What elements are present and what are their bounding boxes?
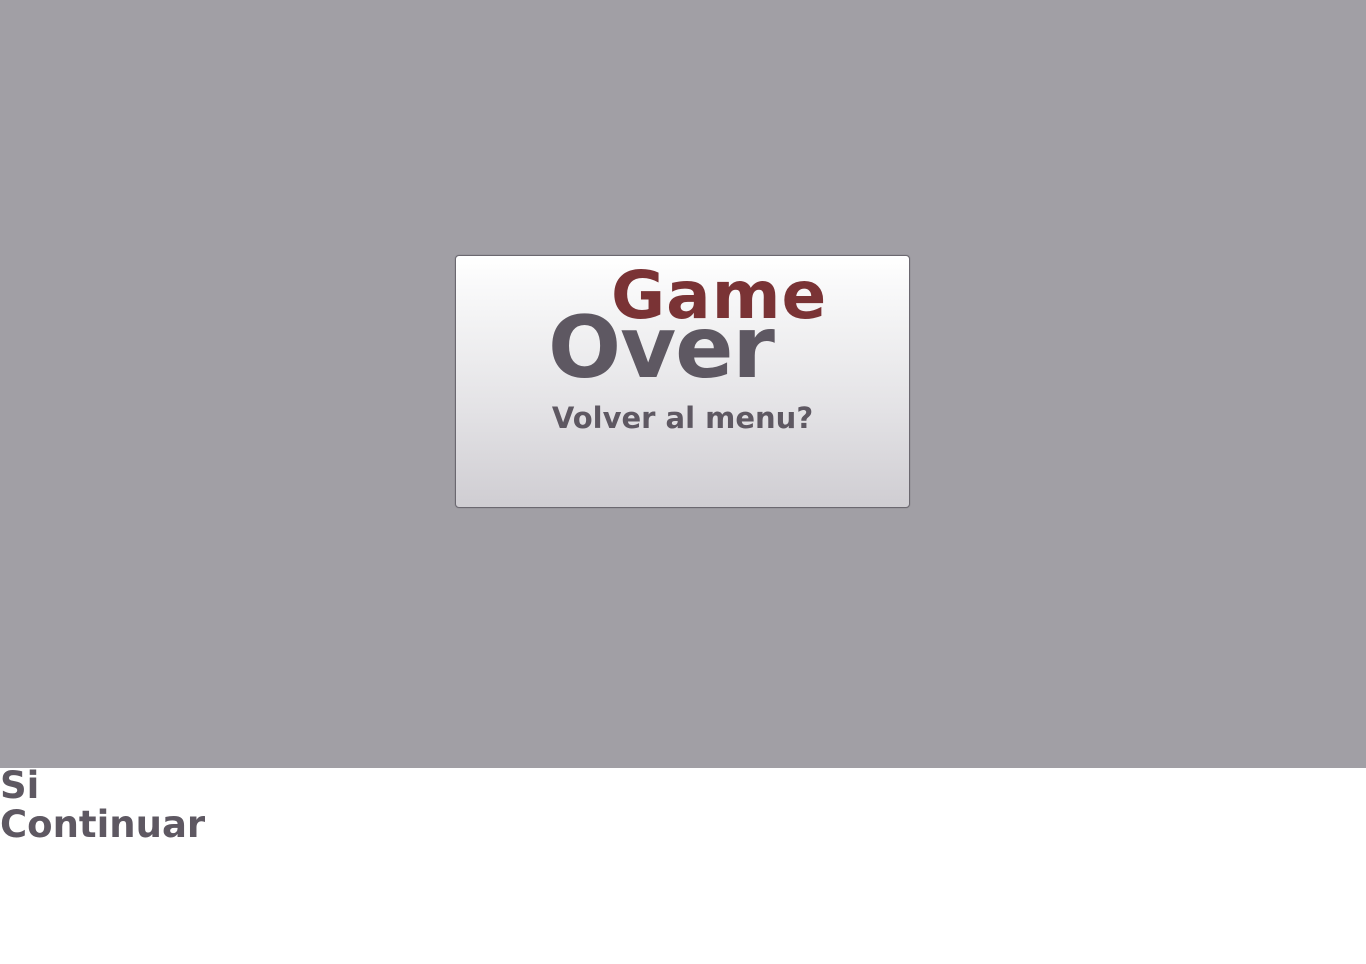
title-game: Game: [611, 257, 828, 334]
continue-button[interactable]: Continuar: [0, 805, 205, 844]
menu-options: Si Continuar: [0, 766, 205, 844]
game-stage: Over Game Volver al menu?: [0, 0, 1366, 768]
yes-button[interactable]: Si: [0, 766, 39, 805]
return-to-menu-question: Volver al menu?: [551, 401, 814, 435]
game-over-dialog: Over Game Volver al menu?: [455, 255, 910, 508]
